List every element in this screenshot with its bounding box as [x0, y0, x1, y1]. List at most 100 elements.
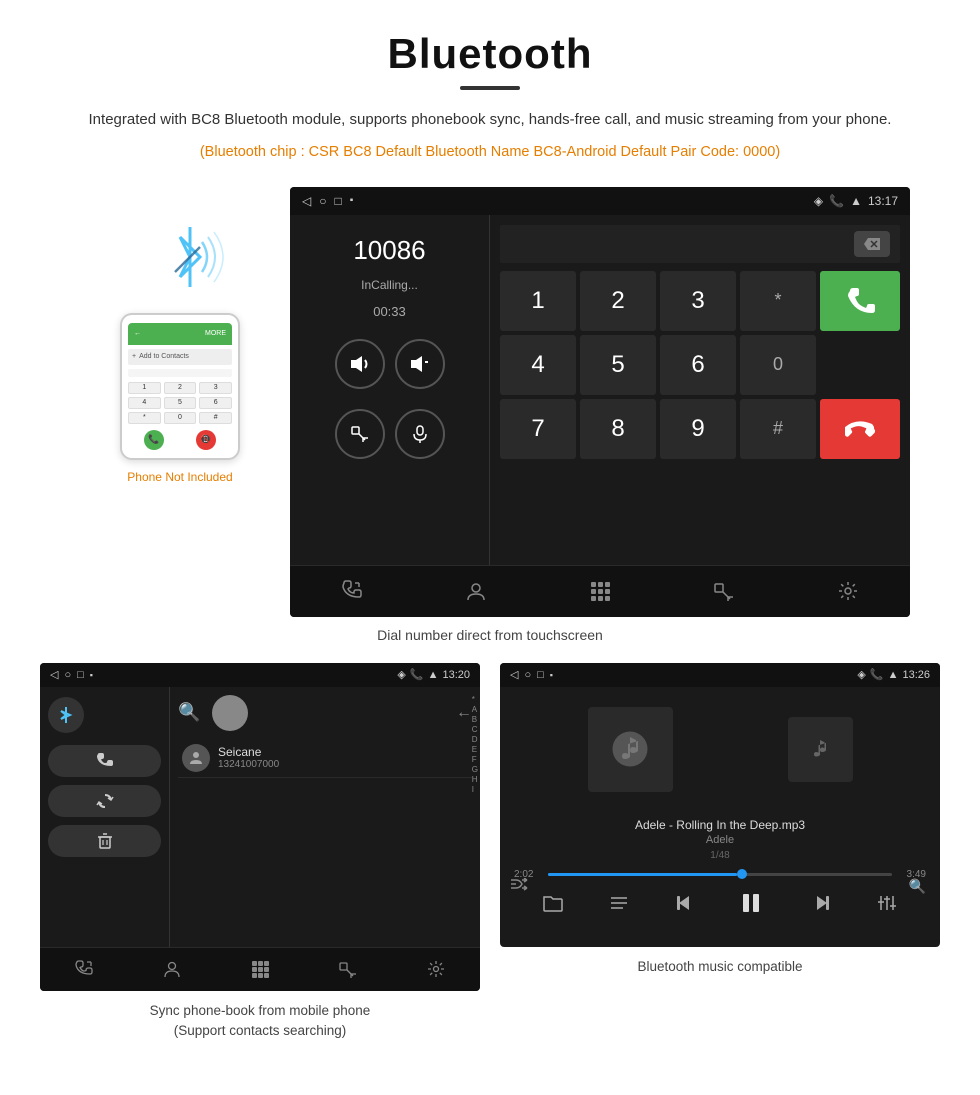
top-section: ← MORE + Add to Contacts 1 2 3 4 5 6 * 0 — [40, 187, 940, 617]
contacts-nav-person[interactable] — [152, 949, 192, 989]
call-answer-button[interactable] — [820, 271, 900, 331]
alpha-B[interactable]: B — [472, 715, 478, 724]
keypad-grid: 1 2 3 * 4 5 6 0 — [500, 271, 900, 463]
alpha-A[interactable]: A — [472, 705, 478, 714]
contacts-caption-line2: (Support contacts searching) — [174, 1023, 347, 1038]
backspace-button[interactable] — [854, 231, 890, 257]
key-9[interactable]: 9 — [660, 399, 736, 459]
home-nav-icon[interactable]: ○ — [319, 194, 326, 208]
phone-call-button[interactable]: 📞 — [144, 430, 164, 450]
key-2[interactable]: 2 — [580, 271, 656, 331]
alphabet-list: * A B C D E F G H I — [472, 695, 478, 794]
number-input-row — [500, 225, 900, 263]
next-icon — [811, 894, 831, 912]
phone-key-9[interactable]: # — [199, 412, 232, 424]
phone-key-7[interactable]: * — [128, 412, 161, 424]
contacts-screenshot-block: ◁ ○ □ ▪ ◈ 📞 ▲ 13:20 — [40, 663, 480, 1042]
key-star[interactable]: * — [740, 271, 816, 331]
key-7[interactable]: 7 — [500, 399, 576, 459]
music-back-icon[interactable]: ◁ — [510, 668, 518, 681]
nav-call-button[interactable] — [332, 571, 372, 611]
music-track-name: Adele - Rolling In the Deep.mp3 — [510, 818, 930, 832]
phone-key-3[interactable]: 3 — [199, 382, 232, 394]
transfer-call-button[interactable] — [335, 409, 385, 459]
music-next-button[interactable] — [811, 894, 831, 917]
mute-button[interactable] — [395, 409, 445, 459]
phone-key-4[interactable]: 4 — [128, 397, 161, 409]
music-recent-icon[interactable]: □ — [537, 669, 544, 681]
contacts-back-arrow[interactable]: ← — [456, 704, 472, 722]
dial-statusbar: ◁ ○ □ ▪ ◈ 📞 ▲ 13:17 — [290, 187, 910, 215]
progress-bar-container[interactable] — [548, 873, 892, 876]
contacts-nav-call[interactable] — [64, 949, 104, 989]
sidebar-sync-button[interactable] — [48, 785, 161, 817]
music-prev-button[interactable] — [675, 894, 695, 917]
phone-key-5[interactable]: 5 — [164, 397, 197, 409]
nav-transfer-button[interactable] — [704, 571, 744, 611]
dial-call-status: InCalling... — [361, 278, 418, 292]
location-icon: ◈ — [814, 194, 823, 208]
alpha-G[interactable]: G — [472, 765, 478, 774]
key-3[interactable]: 3 — [660, 271, 736, 331]
phone-answer-icon — [845, 286, 875, 316]
phone-end-button[interactable]: 📵 — [196, 430, 216, 450]
contacts-search-icon[interactable]: 🔍 — [178, 702, 200, 723]
alpha-E[interactable]: E — [472, 745, 478, 754]
music-screenshot-block: ◁ ○ □ ▪ ◈ 📞 ▲ 13:26 — [500, 663, 940, 1042]
key-1[interactable]: 1 — [500, 271, 576, 331]
alpha-F[interactable]: F — [472, 755, 478, 764]
volume-down-button[interactable] — [395, 339, 445, 389]
contacts-recent-icon[interactable]: □ — [77, 669, 84, 681]
person-icon — [188, 750, 204, 766]
alpha-I[interactable]: I — [472, 785, 478, 794]
contacts-nav-settings[interactable] — [416, 949, 456, 989]
call-end-button[interactable] — [820, 399, 900, 459]
phone-key-1[interactable]: 1 — [128, 382, 161, 394]
sidebar-delete-button[interactable] — [48, 825, 161, 857]
sidebar-bluetooth-icon[interactable] — [48, 697, 84, 733]
sidebar-call-icon — [96, 752, 114, 770]
contact-item-seicane[interactable]: Seicane 13241007000 — [178, 739, 472, 778]
key-zero[interactable]: 0 — [740, 335, 816, 395]
prev-icon — [675, 894, 695, 912]
volume-up-button[interactable] — [335, 339, 385, 389]
contacts-main: 🔍 ← — [170, 687, 480, 947]
alpha-C[interactable]: C — [472, 725, 478, 734]
notification-icon: ▪ — [350, 195, 354, 206]
key-hash[interactable]: # — [740, 399, 816, 459]
nav-keypad-button[interactable] — [580, 571, 620, 611]
key-4[interactable]: 4 — [500, 335, 576, 395]
progress-dot[interactable] — [737, 869, 747, 879]
music-folder-button[interactable] — [543, 894, 563, 917]
nav-settings-button[interactable] — [828, 571, 868, 611]
recent-nav-icon[interactable]: □ — [334, 194, 341, 208]
contacts-nav-grid[interactable] — [240, 949, 280, 989]
contacts-navbar — [40, 947, 480, 991]
nav-contacts-button[interactable] — [456, 571, 496, 611]
music-play-button[interactable] — [741, 892, 765, 919]
alpha-star[interactable]: * — [472, 695, 478, 704]
alpha-H[interactable]: H — [472, 775, 478, 784]
contacts-home-icon[interactable]: ○ — [64, 669, 71, 681]
key-5[interactable]: 5 — [580, 335, 656, 395]
bt-waves-svg — [140, 217, 240, 297]
music-search-icon[interactable]: 🔍 — [909, 878, 926, 895]
key-8[interactable]: 8 — [580, 399, 656, 459]
volume-up-icon — [349, 353, 371, 375]
music-home-icon[interactable]: ○ — [524, 669, 531, 681]
music-playlist-button[interactable] — [609, 894, 629, 917]
sidebar-call-button[interactable] — [48, 745, 161, 777]
music-track-num: 1/48 — [510, 850, 930, 861]
phone-key-6[interactable]: 6 — [199, 397, 232, 409]
alpha-D[interactable]: D — [472, 735, 478, 744]
phone-key-8[interactable]: 0 — [164, 412, 197, 424]
contacts-back-icon[interactable]: ◁ — [50, 668, 58, 681]
key-6[interactable]: 6 — [660, 335, 736, 395]
shuffle-icon[interactable] — [510, 878, 528, 895]
music-eq-button[interactable] — [877, 894, 897, 917]
music-status-left: ◁ ○ □ ▪ — [510, 668, 553, 681]
contacts-nav-transfer[interactable] — [328, 949, 368, 989]
bottom-screenshots: ◁ ○ □ ▪ ◈ 📞 ▲ 13:20 — [40, 663, 940, 1042]
phone-key-2[interactable]: 2 — [164, 382, 197, 394]
back-nav-icon[interactable]: ◁ — [302, 194, 311, 208]
